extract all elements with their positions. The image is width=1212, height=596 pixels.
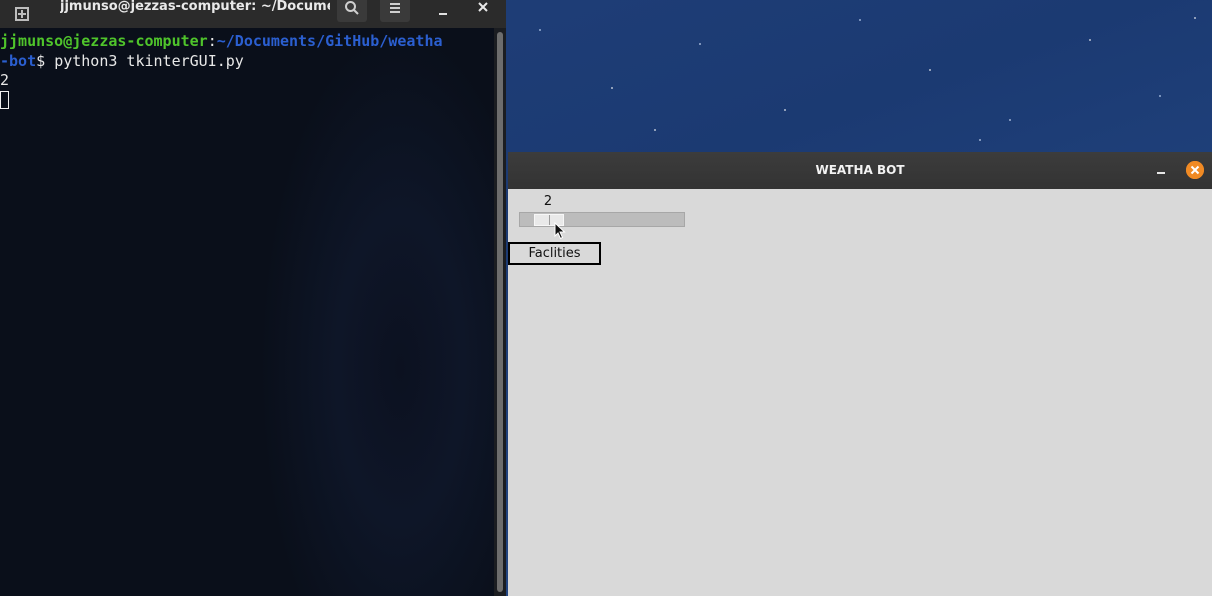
- mouse-pointer-icon: [554, 221, 566, 240]
- prompt-user: jjmunso@jezzas-computer: [0, 32, 208, 50]
- prompt-line-2: -bot$ python3 tkinterGUI.py: [0, 51, 244, 71]
- window-titlebar[interactable]: WEATHA BOT: [508, 152, 1212, 189]
- command-output: 2: [0, 71, 10, 89]
- text-cursor: [0, 91, 9, 109]
- menu-icon[interactable]: [380, 0, 410, 22]
- prompt-line-1: jjmunso@jezzas-computer:~/Documents/GitH…: [0, 31, 443, 51]
- command-text: python3 tkinterGUI.py: [54, 52, 244, 70]
- terminal-output[interactable]: jjmunso@jezzas-computer:~/Documents/GitH…: [0, 28, 494, 596]
- prompt-path-continued: -bot: [0, 52, 37, 70]
- terminal-scrollbar[interactable]: [494, 28, 506, 596]
- prompt-colon: :: [207, 32, 217, 50]
- close-icon[interactable]: [1186, 161, 1204, 179]
- window-content: 2 Faclities: [508, 189, 1212, 596]
- search-icon[interactable]: [337, 0, 367, 22]
- terminal-window: jjmunso@jezzas-computer: ~/Document... j…: [0, 0, 506, 596]
- terminal-title: jjmunso@jezzas-computer: ~/Document...: [60, 0, 330, 14]
- terminal-titlebar: jjmunso@jezzas-computer: ~/Document...: [0, 0, 506, 28]
- close-icon[interactable]: [468, 1, 498, 25]
- prompt-symbol: $: [36, 52, 55, 70]
- minimize-icon[interactable]: [428, 4, 458, 28]
- new-tab-icon[interactable]: [14, 6, 30, 22]
- scale-slider[interactable]: [519, 212, 685, 227]
- minimize-icon[interactable]: [1152, 161, 1170, 179]
- weatha-bot-window: WEATHA BOT 2 Faclities: [508, 152, 1212, 596]
- scrollbar-thumb[interactable]: [497, 32, 503, 592]
- window-title: WEATHA BOT: [815, 163, 905, 177]
- prompt-path: ~/Documents/GitHub/weatha: [216, 32, 443, 50]
- scale-value-label: 2: [543, 194, 553, 209]
- facilities-button[interactable]: Faclities: [508, 242, 601, 265]
